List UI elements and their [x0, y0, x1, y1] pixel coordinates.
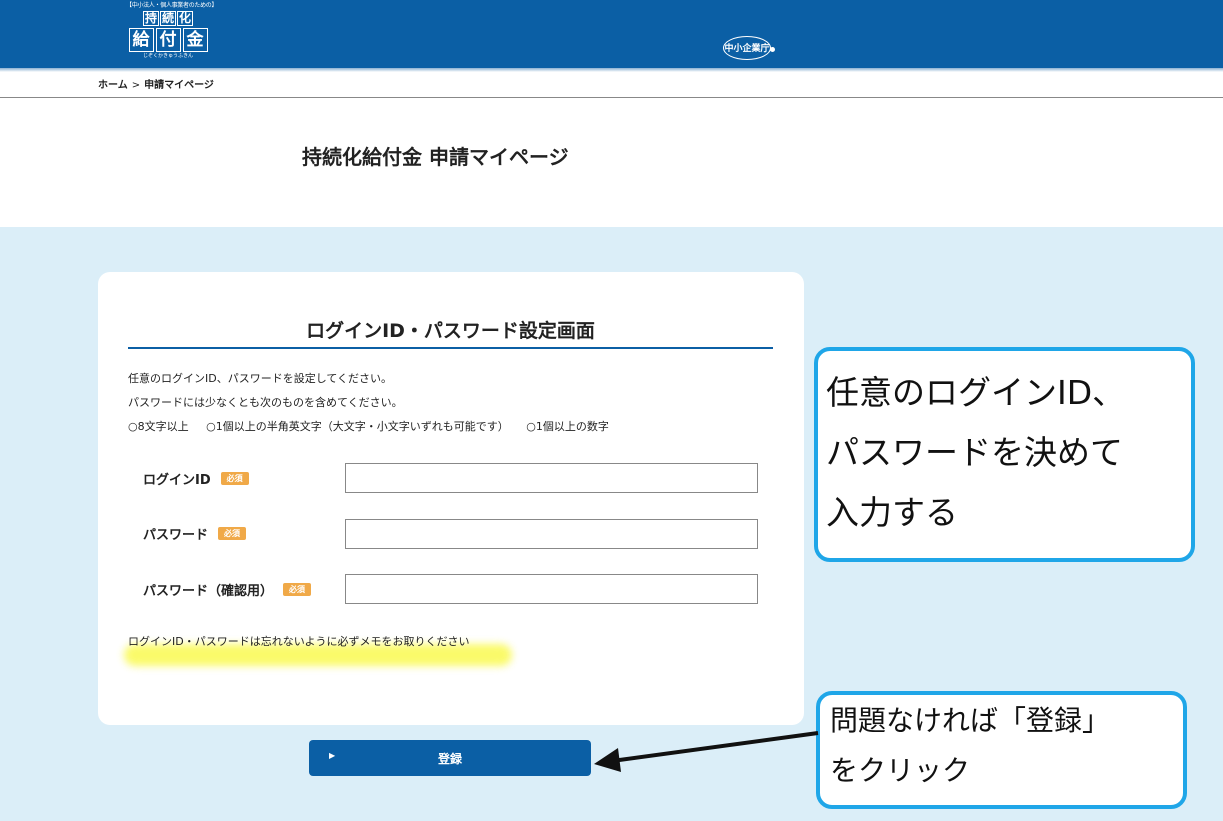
field-label-text: パスワード	[143, 528, 209, 543]
login-id-input[interactable]	[345, 463, 758, 493]
annotation-arrow-icon	[594, 731, 819, 772]
form-title: ログインID・パスワード設定画面	[306, 320, 595, 342]
field-label-text: パスワード（確認用）	[143, 584, 274, 599]
breadcrumb-current: 申請マイページ	[144, 80, 214, 91]
password-confirm-label: パスワード（確認用） 必須	[143, 580, 312, 599]
required-badge: 必須	[283, 583, 312, 596]
instruction-text: パスワードには少なくとも次のものを含めてください。	[128, 396, 403, 409]
password-requirements: ○8文字以上 ○1個以上の半角英文字（大文字・小文字いずれも可能です） ○1個以…	[128, 418, 623, 434]
page-title: 持続化給付金 申請マイページ	[302, 145, 569, 169]
logo-char: 付	[155, 28, 181, 52]
annotation-callout-register: 問題なければ「登録」 をクリック	[816, 691, 1187, 809]
logo-char: 持	[143, 11, 159, 26]
logo-row-2: 給 付 金	[126, 28, 210, 52]
memo-note: ログインID・パスワードは忘れないように必ずメモをお取りください	[128, 635, 470, 648]
site-logo[interactable]: 【中小法人・個人事業者のための】 持 続 化 給 付 金 じぞくかきゅうふきん	[126, 2, 218, 66]
logo-char: 続	[160, 11, 176, 26]
callout-line: 問題なければ「登録」	[830, 704, 1111, 737]
breadcrumb-divider	[0, 97, 1223, 98]
callout-line: をクリック	[830, 754, 971, 787]
field-label-text: ログインID	[143, 473, 211, 488]
logo-row-1: 持 続 化	[126, 11, 210, 26]
password-confirm-input[interactable]	[345, 574, 758, 604]
site-header: 【中小法人・個人事業者のための】 持 続 化 給 付 金 じぞくかきゅうふきん …	[0, 0, 1223, 68]
required-badge: 必須	[218, 527, 247, 540]
login-setup-card: ログインID・パスワード設定画面 任意のログインID、パスワードを設定してくださ…	[98, 272, 804, 725]
agency-logo-text: 中小企業庁	[724, 44, 770, 54]
instruction-text: 任意のログインID、パスワードを設定してください。	[128, 372, 393, 385]
password-input[interactable]	[345, 519, 758, 549]
password-label: パスワード 必須	[143, 524, 247, 543]
annotation-callout-input: 任意のログインID、 パスワードを決めて 入力する	[814, 347, 1195, 562]
play-arrow-icon: ▶	[329, 751, 336, 760]
agency-logo-dot	[770, 47, 775, 52]
requirement-item: ○1個以上の半角英文字（大文字・小文字いずれも可能です）	[206, 420, 509, 433]
register-button[interactable]: ▶ 登録	[309, 740, 591, 776]
login-id-label: ログインID 必須	[143, 469, 249, 488]
register-button-label: 登録	[437, 751, 462, 766]
logo-char: 金	[182, 28, 208, 52]
logo-char: 給	[128, 28, 154, 52]
header-shadow	[0, 68, 1223, 72]
required-badge: 必須	[220, 472, 249, 485]
requirement-item: ○1個以上の数字	[526, 420, 609, 433]
logo-bottom-text: じぞくかきゅうふきん	[142, 53, 193, 59]
breadcrumb-separator: >	[131, 80, 141, 91]
agency-logo[interactable]: 中小企業庁	[721, 35, 777, 61]
breadcrumb: ホーム > 申請マイページ	[98, 76, 214, 91]
requirement-item: ○8文字以上	[128, 420, 189, 433]
logo-top-text: 【中小法人・個人事業者のための】	[126, 2, 218, 9]
logo-char: 化	[177, 11, 193, 26]
form-title-underline	[128, 347, 773, 349]
breadcrumb-home-link[interactable]: ホーム	[98, 80, 128, 91]
